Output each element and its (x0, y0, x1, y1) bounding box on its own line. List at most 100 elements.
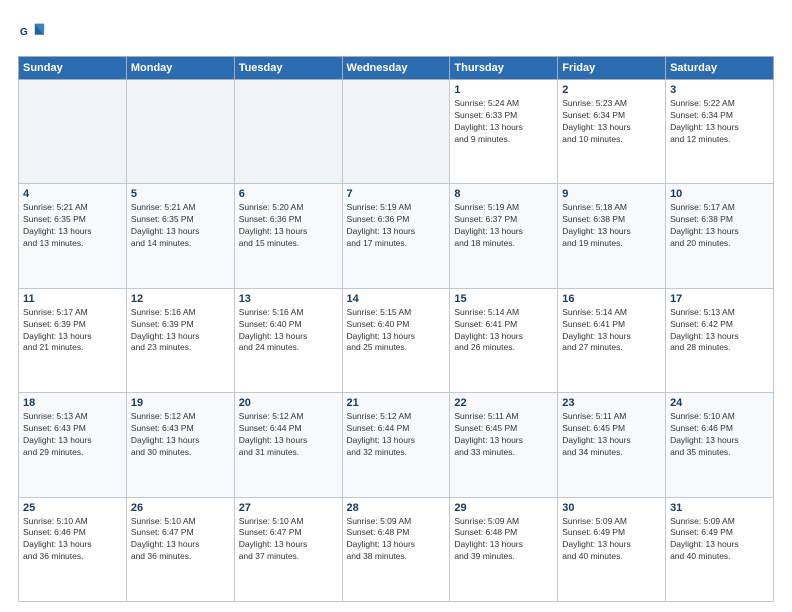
day-info: Sunrise: 5:20 AM Sunset: 6:36 PM Dayligh… (239, 202, 338, 250)
calendar-cell (234, 80, 342, 184)
day-info: Sunrise: 5:18 AM Sunset: 6:38 PM Dayligh… (562, 202, 661, 250)
day-number: 5 (131, 188, 230, 200)
day-number: 14 (347, 293, 446, 305)
day-info: Sunrise: 5:11 AM Sunset: 6:45 PM Dayligh… (454, 411, 553, 459)
calendar-cell: 17Sunrise: 5:13 AM Sunset: 6:42 PM Dayli… (666, 288, 774, 392)
day-number: 19 (131, 397, 230, 409)
calendar-cell: 23 Sunrise: 5:11 AM Sunset: 6:45 PM Dayli… (558, 393, 666, 497)
day-number: 15 (454, 293, 553, 305)
day-number: 27 (239, 502, 338, 514)
day-info: Sunrise: 5:10 AM Sunset: 6:46 PM Dayligh… (23, 516, 122, 564)
day-info: Sunrise: 5:23 AM Sunset: 6:34 PM Dayligh… (562, 98, 661, 146)
day-info: Sunrise: 5:21 AM Sunset: 6:35 PM Dayligh… (131, 202, 230, 250)
day-info: Sunrise: 5:09 AM Sunset: 6:48 PM Dayligh… (454, 516, 553, 564)
day-number: 16 (562, 293, 661, 305)
day-number: 20 (239, 397, 338, 409)
calendar-cell: 16 Sunrise: 5:14 AM Sunset: 6:41 PM Dayli… (558, 288, 666, 392)
day-info: Sunrise: 5:10 AM Sunset: 6:47 PM Dayligh… (131, 516, 230, 564)
calendar-cell: 2 Sunrise: 5:23 AM Sunset: 6:34 PM Daylig… (558, 80, 666, 184)
day-info: Sunrise: 5:09 AM Sunset: 6:48 PM Dayligh… (347, 516, 446, 564)
calendar-cell: 30 Sunrise: 5:09 AM Sunset: 6:49 PM Dayli… (558, 497, 666, 601)
day-info: Sunrise: 5:13 AM Sunset: 6:43 PM Dayligh… (23, 411, 122, 459)
day-info: Sunrise: 5:17 AM Sunset: 6:38 PM Dayligh… (670, 202, 769, 250)
calendar-cell: 19 Sunrise: 5:12 AM Sunset: 6:43 PM Dayli… (126, 393, 234, 497)
day-info: Sunrise: 5:12 AM Sunset: 6:43 PM Dayligh… (131, 411, 230, 459)
day-number: 6 (239, 188, 338, 200)
day-info: Sunrise: 5:14 AM Sunset: 6:41 PM Dayligh… (562, 307, 661, 355)
calendar-cell: 5 Sunrise: 5:21 AM Sunset: 6:35 PM Daylig… (126, 184, 234, 288)
calendar-week-row: 18 Sunrise: 5:13 AM Sunset: 6:43 PM Dayli… (19, 393, 774, 497)
calendar-cell: 20Sunrise: 5:12 AM Sunset: 6:44 PM Dayli… (234, 393, 342, 497)
day-info: Sunrise: 5:17 AM Sunset: 6:39 PM Dayligh… (23, 307, 122, 355)
day-info: Sunrise: 5:21 AM Sunset: 6:35 PM Dayligh… (23, 202, 122, 250)
day-info: Sunrise: 5:16 AM Sunset: 6:39 PM Dayligh… (131, 307, 230, 355)
calendar-cell: 24Sunrise: 5:10 AM Sunset: 6:46 PM Dayli… (666, 393, 774, 497)
calendar-cell: 9Sunrise: 5:18 AM Sunset: 6:38 PM Daylig… (558, 184, 666, 288)
svg-text:G: G (20, 27, 28, 38)
calendar-cell: 10 Sunrise: 5:17 AM Sunset: 6:38 PM Dayli… (666, 184, 774, 288)
day-info: Sunrise: 5:11 AM Sunset: 6:45 PM Dayligh… (562, 411, 661, 459)
day-info: Sunrise: 5:10 AM Sunset: 6:47 PM Dayligh… (239, 516, 338, 564)
calendar-cell: 28 Sunrise: 5:09 AM Sunset: 6:48 PM Dayli… (342, 497, 450, 601)
calendar-cell (19, 80, 127, 184)
day-number: 31 (670, 502, 769, 514)
day-info: Sunrise: 5:09 AM Sunset: 6:49 PM Dayligh… (562, 516, 661, 564)
day-info: Sunrise: 5:19 AM Sunset: 6:36 PM Dayligh… (347, 202, 446, 250)
day-number: 7 (347, 188, 446, 200)
calendar-cell: 14 Sunrise: 5:15 AM Sunset: 6:40 PM Dayli… (342, 288, 450, 392)
day-number: 1 (454, 84, 553, 96)
calendar-week-row: 1 Sunrise: 5:24 AM Sunset: 6:33 PM Daylig… (19, 80, 774, 184)
day-number: 10 (670, 188, 769, 200)
calendar-cell: 8 Sunrise: 5:19 AM Sunset: 6:37 PM Daylig… (450, 184, 558, 288)
day-number: 29 (454, 502, 553, 514)
calendar-cell: 11Sunrise: 5:17 AM Sunset: 6:39 PM Dayli… (19, 288, 127, 392)
weekday-header: Saturday (666, 57, 774, 80)
day-info: Sunrise: 5:24 AM Sunset: 6:33 PM Dayligh… (454, 98, 553, 146)
day-info: Sunrise: 5:15 AM Sunset: 6:40 PM Dayligh… (347, 307, 446, 355)
calendar-cell: 21Sunrise: 5:12 AM Sunset: 6:44 PM Dayli… (342, 393, 450, 497)
day-number: 30 (562, 502, 661, 514)
weekday-header: Sunday (19, 57, 127, 80)
day-number: 3 (670, 84, 769, 96)
logo: G (18, 18, 50, 46)
calendar-cell: 25 Sunrise: 5:10 AM Sunset: 6:46 PM Dayli… (19, 497, 127, 601)
calendar-cell: 31 Sunrise: 5:09 AM Sunset: 6:49 PM Dayli… (666, 497, 774, 601)
calendar-week-row: 25 Sunrise: 5:10 AM Sunset: 6:46 PM Dayli… (19, 497, 774, 601)
day-number: 8 (454, 188, 553, 200)
day-number: 26 (131, 502, 230, 514)
day-info: Sunrise: 5:10 AM Sunset: 6:46 PM Dayligh… (670, 411, 769, 459)
weekday-header: Friday (558, 57, 666, 80)
day-number: 28 (347, 502, 446, 514)
calendar-cell: 26 Sunrise: 5:10 AM Sunset: 6:47 PM Dayli… (126, 497, 234, 601)
day-number: 4 (23, 188, 122, 200)
calendar-header-row: SundayMondayTuesdayWednesdayThursdayFrid… (19, 57, 774, 80)
day-number: 25 (23, 502, 122, 514)
weekday-header: Monday (126, 57, 234, 80)
calendar-cell: 6 Sunrise: 5:20 AM Sunset: 6:36 PM Daylig… (234, 184, 342, 288)
day-info: Sunrise: 5:22 AM Sunset: 6:34 PM Dayligh… (670, 98, 769, 146)
day-number: 22 (454, 397, 553, 409)
day-number: 21 (347, 397, 446, 409)
calendar-cell: 4 Sunrise: 5:21 AM Sunset: 6:35 PM Daylig… (19, 184, 127, 288)
calendar-cell: 22 Sunrise: 5:11 AM Sunset: 6:45 PM Dayli… (450, 393, 558, 497)
calendar-cell: 3 Sunrise: 5:22 AM Sunset: 6:34 PM Daylig… (666, 80, 774, 184)
day-number: 18 (23, 397, 122, 409)
weekday-header: Wednesday (342, 57, 450, 80)
calendar-cell: 7 Sunrise: 5:19 AM Sunset: 6:36 PM Daylig… (342, 184, 450, 288)
calendar-cell (342, 80, 450, 184)
calendar-cell: 27 Sunrise: 5:10 AM Sunset: 6:47 PM Dayli… (234, 497, 342, 601)
calendar-cell: 18 Sunrise: 5:13 AM Sunset: 6:43 PM Dayli… (19, 393, 127, 497)
weekday-header: Thursday (450, 57, 558, 80)
day-info: Sunrise: 5:16 AM Sunset: 6:40 PM Dayligh… (239, 307, 338, 355)
day-number: 13 (239, 293, 338, 305)
day-info: Sunrise: 5:09 AM Sunset: 6:49 PM Dayligh… (670, 516, 769, 564)
page-header: G (18, 18, 774, 46)
day-info: Sunrise: 5:14 AM Sunset: 6:41 PM Dayligh… (454, 307, 553, 355)
day-info: Sunrise: 5:19 AM Sunset: 6:37 PM Dayligh… (454, 202, 553, 250)
day-number: 23 (562, 397, 661, 409)
calendar-cell (126, 80, 234, 184)
day-number: 2 (562, 84, 661, 96)
calendar-cell: 1 Sunrise: 5:24 AM Sunset: 6:33 PM Daylig… (450, 80, 558, 184)
calendar-cell: 29 Sunrise: 5:09 AM Sunset: 6:48 PM Dayli… (450, 497, 558, 601)
calendar-week-row: 4 Sunrise: 5:21 AM Sunset: 6:35 PM Daylig… (19, 184, 774, 288)
